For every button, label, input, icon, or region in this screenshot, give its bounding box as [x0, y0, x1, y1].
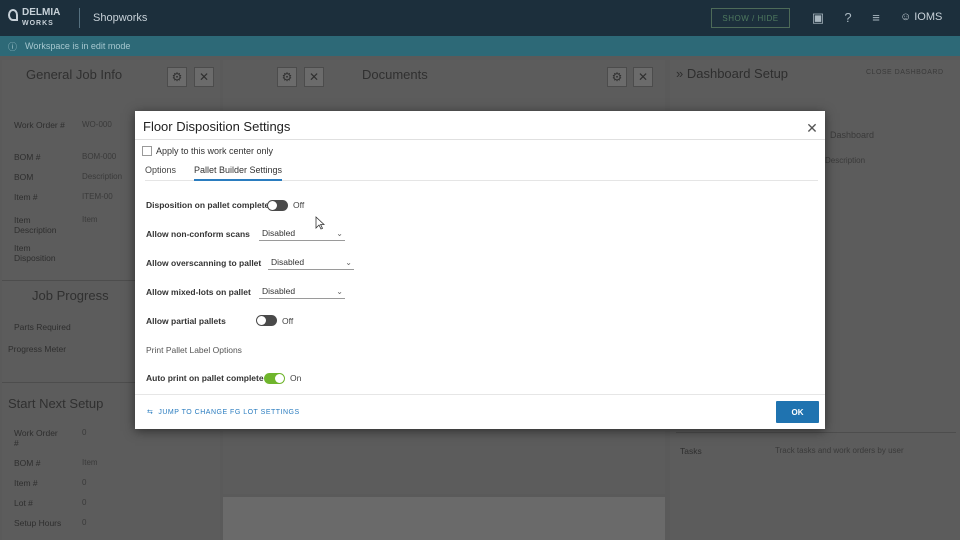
- auto-print-label: Auto print on pallet complete: [146, 373, 264, 383]
- top-bar: DELMIA WORKS Shopworks SHOW / HIDE ▣ ? ≡…: [0, 0, 960, 36]
- print-pallet-label-options-heading: Print Pallet Label Options: [146, 345, 242, 355]
- swap-arrows-icon: ⇆: [147, 409, 154, 416]
- select-value: Disabled: [262, 286, 296, 296]
- apply-work-center-label: Apply to this work center only: [156, 146, 274, 156]
- field-label: BOM: [14, 172, 34, 182]
- field-label: Item #: [14, 192, 38, 202]
- toggle-knob: [275, 374, 284, 383]
- help-icon[interactable]: ?: [840, 10, 856, 26]
- select-value: Disabled: [271, 257, 305, 267]
- parts-required-label: Parts Required: [14, 322, 71, 332]
- panel-title-documents: Documents: [362, 67, 428, 82]
- bottom-strip: [223, 497, 665, 540]
- allow-nonconform-scans-select[interactable]: Disabled ⌄: [259, 228, 345, 241]
- field-value: ITEM-00: [82, 192, 113, 201]
- field-value: WO-000: [82, 120, 112, 129]
- footer-divider: [135, 394, 825, 395]
- field-label: Item Description: [14, 215, 57, 235]
- app-window: DELMIA WORKS Shopworks SHOW / HIDE ▣ ? ≡…: [0, 0, 960, 540]
- divider: [676, 432, 956, 433]
- field-value: Item: [82, 215, 98, 224]
- app-name: Shopworks: [93, 12, 148, 24]
- field-label: Work Order #: [14, 120, 65, 130]
- field-label: Item Disposition: [14, 243, 56, 263]
- allow-mixed-lots-label: Allow mixed-lots on pallet: [146, 287, 251, 297]
- field-value: 0: [82, 498, 87, 507]
- ok-button[interactable]: OK: [776, 401, 819, 423]
- field-label: Work Order #: [14, 428, 58, 448]
- field-value: 0: [82, 428, 87, 437]
- app-logo: DELMIA WORKS: [8, 8, 70, 30]
- toggle-knob: [268, 201, 277, 210]
- panel-title-dashboard-setup: » Dashboard Setup: [676, 66, 789, 81]
- panel-title-start-next-setup: Start Next Setup: [8, 396, 104, 411]
- toggle-state-text: Off: [282, 316, 294, 326]
- field-label: Lot #: [14, 498, 33, 508]
- user-icon: ☺: [900, 11, 912, 23]
- allow-partial-pallets-toggle[interactable]: [256, 315, 277, 326]
- field-value: 0: [82, 478, 87, 487]
- user-menu[interactable]: ☺ IOMS: [900, 11, 942, 23]
- close-icon[interactable]: ✕: [633, 67, 653, 87]
- floor-disposition-settings-dialog: Floor Disposition Settings ✕ Apply to th…: [135, 111, 825, 429]
- disposition-on-pallet-complete-label: Disposition on pallet complete: [146, 200, 270, 210]
- logo-mark-icon: [8, 9, 18, 21]
- dialog-title: Floor Disposition Settings: [143, 119, 291, 134]
- allow-mixed-lots-select[interactable]: Disabled ⌄: [259, 286, 345, 299]
- field-label: Setup Hours: [14, 518, 62, 528]
- allow-overscanning-label: Allow overscanning to pallet: [146, 258, 262, 268]
- field-value: Description: [82, 172, 123, 181]
- close-dashboard-link[interactable]: CLOSE DASHBOARD: [866, 69, 944, 76]
- close-icon[interactable]: ✕: [304, 67, 324, 87]
- progress-meter-label: Progress Meter: [8, 344, 67, 354]
- tab-pallet-builder-settings[interactable]: Pallet Builder Settings: [194, 165, 283, 181]
- row-description: Track tasks and work orders by user: [775, 446, 904, 455]
- close-icon[interactable]: ✕: [194, 67, 214, 87]
- edit-mode-banner: ⓘ Workspace is in edit mode: [0, 36, 960, 56]
- gear-icon[interactable]: ⚙: [607, 67, 627, 87]
- toggle-state-text: On: [290, 373, 302, 383]
- auto-print-toggle[interactable]: [264, 373, 285, 384]
- apply-work-center-checkbox[interactable]: [142, 146, 152, 156]
- save-icon[interactable]: ▣: [810, 10, 826, 26]
- settings-tabs: Options Pallet Builder Settings: [145, 164, 818, 181]
- sliders-icon[interactable]: ≡: [868, 10, 884, 26]
- field-value: 0: [82, 518, 87, 527]
- gear-icon[interactable]: ⚙: [167, 67, 187, 87]
- jump-to-fg-lot-settings-link[interactable]: ⇆ JUMP TO CHANGE FG LOT SETTINGS: [147, 408, 300, 417]
- toggle-knob: [257, 316, 266, 325]
- panel-title-general-job-info: General Job Info: [26, 67, 123, 82]
- close-icon[interactable]: ✕: [806, 121, 818, 135]
- apply-work-center-row[interactable]: Apply to this work center only: [142, 146, 273, 156]
- field-label: BOM #: [14, 152, 41, 162]
- allow-overscanning-select[interactable]: Disabled ⌄: [268, 257, 354, 270]
- dashboard-subtitle: Dashboard: [830, 130, 875, 140]
- chevron-down-icon: ⌄: [345, 258, 352, 267]
- select-value: Disabled: [262, 228, 296, 238]
- mouse-cursor-icon: [315, 216, 325, 230]
- panel-title-job-progress: Job Progress: [32, 288, 109, 303]
- allow-nonconform-scans-label: Allow non-conform scans: [146, 229, 250, 239]
- tab-options[interactable]: Options: [145, 165, 176, 179]
- field-label: Item #: [14, 478, 38, 488]
- row-label: Tasks: [680, 446, 702, 456]
- gear-icon[interactable]: ⚙: [277, 67, 297, 87]
- field-value: Item: [82, 458, 98, 467]
- allow-partial-pallets-label: Allow partial pallets: [146, 316, 226, 326]
- info-icon: ⓘ: [8, 41, 18, 52]
- edit-mode-message: Workspace is in edit mode: [25, 41, 131, 51]
- user-name: IOMS: [914, 11, 943, 23]
- chevron-down-icon: ⌄: [336, 229, 343, 238]
- topbar-divider: [79, 8, 80, 28]
- show-hide-button[interactable]: SHOW / HIDE: [711, 8, 790, 28]
- title-divider: [135, 139, 825, 140]
- jump-link-text: JUMP TO CHANGE FG LOT SETTINGS: [158, 408, 300, 416]
- column-header-description: Description: [825, 156, 866, 165]
- field-value: BOM-000: [82, 152, 117, 161]
- toggle-state-text: Off: [293, 200, 305, 210]
- chevron-down-icon: ⌄: [336, 287, 343, 296]
- field-label: BOM #: [14, 458, 41, 468]
- disposition-on-pallet-complete-toggle[interactable]: [267, 200, 288, 211]
